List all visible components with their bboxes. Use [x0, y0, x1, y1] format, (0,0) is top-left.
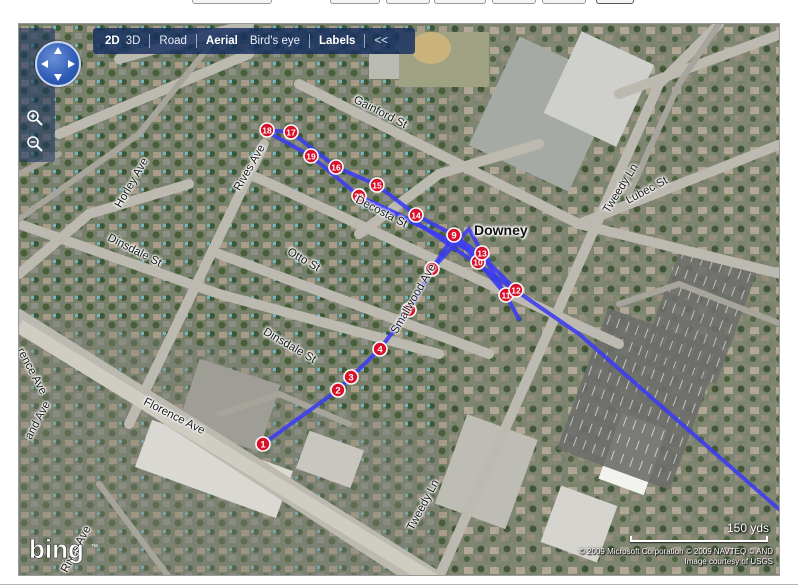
- bing-logo-text: bing: [29, 534, 84, 564]
- waypoint-marker[interactable]: 19: [303, 148, 319, 164]
- waypoint-number: 16: [331, 162, 341, 172]
- waypoint-number: 1: [260, 439, 266, 450]
- waypoint-marker[interactable]: 1: [255, 436, 271, 452]
- waypoint-marker[interactable]: 16: [328, 159, 344, 175]
- view-3d-button[interactable]: 3D: [126, 35, 147, 47]
- page-root: 1 2 3 4 5 6 9 10 11 12 13 14 15 16 17 18 19 20 2D 3D Road: [0, 0, 798, 587]
- waypoint-number: 13: [477, 248, 487, 258]
- top-chrome-tab[interactable]: [492, 0, 536, 4]
- map-viewport[interactable]: 1 2 3 4 5 6 9 10 11 12 13 14 15 16 17 18 19 20 2D 3D Road: [18, 23, 780, 576]
- collapse-toolbar-button[interactable]: <<: [368, 35, 393, 47]
- waypoint-marker[interactable]: 9: [446, 227, 462, 243]
- waypoint-marker[interactable]: 12: [508, 282, 524, 298]
- road-button[interactable]: Road: [153, 35, 193, 47]
- zoom-out-icon[interactable]: [26, 135, 44, 153]
- toolbar-divider: [149, 34, 151, 48]
- view-2d-button[interactable]: 2D: [99, 35, 126, 47]
- waypoint-marker[interactable]: 13: [474, 245, 490, 261]
- waypoint-number: 2: [335, 385, 340, 396]
- waypoint-marker[interactable]: 14: [408, 207, 424, 223]
- waypoint-number: 19: [306, 151, 316, 161]
- top-chrome-tab[interactable]: [192, 0, 272, 4]
- birds-eye-button[interactable]: Bird's eye: [244, 35, 306, 47]
- copyright-line: © 2009 Microsoft Corporation © 2009 NAVT…: [578, 547, 773, 556]
- city-label: Downey: [474, 222, 528, 238]
- aerial-button[interactable]: Aerial: [200, 35, 244, 47]
- scale-label: 150 yds: [726, 521, 769, 535]
- bing-logo[interactable]: bing ™: [27, 534, 102, 566]
- zoom-in-icon[interactable]: [26, 109, 44, 127]
- waypoint-number: 4: [377, 344, 383, 355]
- waypoint-number: 3: [348, 372, 353, 383]
- copyright-line: Image courtesy of USGS: [684, 557, 773, 566]
- waypoint-marker[interactable]: 17: [283, 124, 299, 140]
- top-chrome-tab[interactable]: [542, 0, 586, 4]
- copyright-text: © 2009 Microsoft Corporation © 2009 NAVT…: [565, 547, 773, 567]
- top-chrome-tab[interactable]: [434, 0, 486, 4]
- waypoint-number: 17: [286, 127, 296, 137]
- page-divider: [0, 584, 798, 585]
- top-chrome-tab[interactable]: [596, 0, 634, 4]
- waypoint-number: 9: [451, 230, 456, 241]
- top-chrome-tab[interactable]: [330, 0, 380, 4]
- toolbar-divider: [195, 34, 197, 48]
- top-chrome-tab[interactable]: [386, 0, 430, 4]
- waypoint-number: 18: [262, 125, 272, 135]
- waypoint-number: 14: [411, 210, 421, 220]
- toolbar-divider: [364, 34, 366, 48]
- toolbar-divider: [309, 34, 311, 48]
- scale-bar: [630, 536, 768, 542]
- aerial-imagery[interactable]: 12345691011 121314151617181920: [19, 24, 780, 576]
- waypoint-marker[interactable]: 15: [369, 177, 385, 193]
- labels-button[interactable]: Labels: [313, 35, 361, 47]
- waypoint-marker[interactable]: 3: [343, 369, 359, 385]
- svg-text:™: ™: [91, 544, 98, 551]
- waypoint-marker[interactable]: 4: [372, 341, 388, 357]
- waypoint-number: 15: [372, 180, 382, 190]
- waypoint-marker[interactable]: 18: [259, 122, 275, 138]
- map-type-toolbar: 2D 3D Road Aerial Bird's eye Labels <<: [93, 28, 415, 54]
- pan-compass-icon[interactable]: [35, 41, 81, 87]
- waypoint-number: 12: [511, 285, 521, 295]
- waypoint-marker[interactable]: 2: [330, 382, 346, 398]
